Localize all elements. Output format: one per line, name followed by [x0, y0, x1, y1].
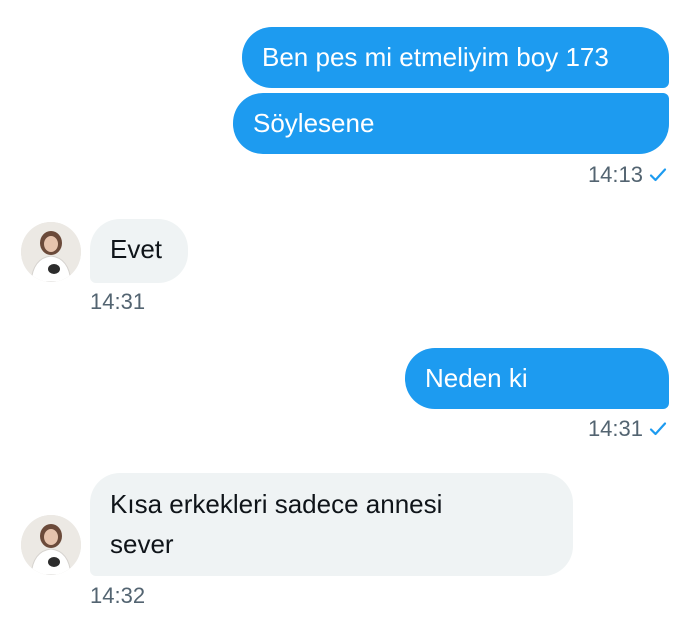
sent-message-bubble[interactable]: Söylesene — [233, 93, 669, 154]
message-timestamp: 14:32 — [90, 583, 145, 609]
read-check-icon — [649, 163, 667, 189]
received-message-bubble[interactable]: Kısa erkekleri sadece annesi sever — [90, 473, 573, 576]
sent-message-text: Söylesene — [253, 108, 375, 138]
sent-message-bubble[interactable]: Neden ki — [405, 348, 669, 409]
received-message-bubble[interactable]: Evet — [90, 219, 188, 283]
read-check-icon — [649, 417, 667, 443]
timestamp-text: 14:13 — [587, 162, 643, 187]
timestamp-text: 14:31 — [90, 289, 146, 314]
timestamp-text: 14:32 — [90, 583, 146, 608]
message-timestamp: 14:13 — [588, 162, 667, 189]
received-message-text-line: sever — [110, 529, 174, 559]
message-timestamp: 14:31 — [588, 416, 667, 443]
contact-avatar[interactable] — [21, 515, 81, 575]
avatar-photo-icon — [21, 222, 81, 282]
avatar-photo-icon — [21, 515, 81, 575]
message-timestamp: 14:31 — [90, 289, 145, 315]
contact-avatar[interactable] — [21, 222, 81, 282]
sent-message-bubble[interactable]: Ben pes mi etmeliyim boy 173 — [242, 27, 669, 88]
sent-message-text: Ben pes mi etmeliyim boy 173 — [262, 42, 609, 72]
received-message-text: Evet — [110, 234, 163, 264]
sent-message-text: Neden ki — [425, 363, 528, 393]
timestamp-text: 14:31 — [587, 416, 643, 441]
received-message-text-line: Kısa erkekleri sadece annesi — [110, 489, 443, 519]
